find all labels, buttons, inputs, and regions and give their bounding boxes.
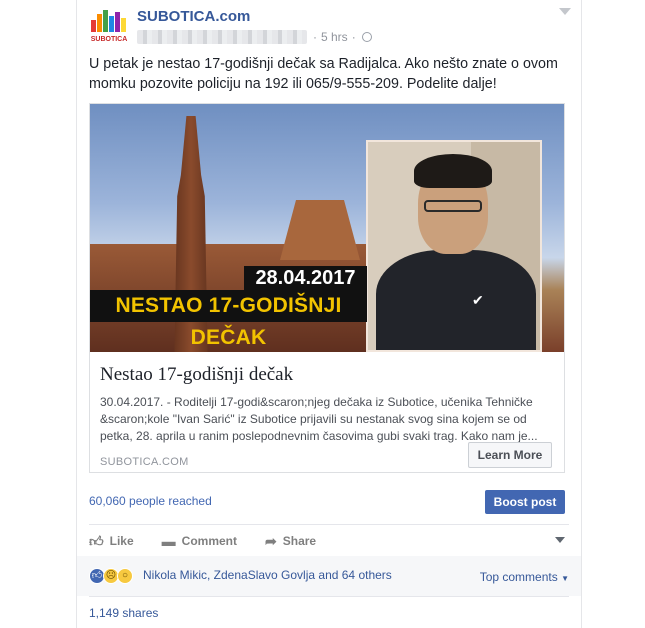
shares-link[interactable]: 1,149 shares [89, 606, 158, 620]
comment-icon: ▬ [161, 533, 176, 549]
chevron-down-icon: ▼ [561, 574, 569, 583]
share-label: Share [282, 534, 317, 548]
wow-reaction-icon: ○ [117, 568, 133, 584]
page-logo[interactable]: SUBOTICA [89, 6, 129, 44]
share-arrow-icon: ➦ [265, 532, 277, 549]
link-title[interactable]: Nestao 17-godišnji dečak [100, 364, 293, 386]
image-title: NESTAO 17-GODIŠNJI DEČAK [90, 290, 367, 349]
divider [89, 524, 569, 525]
thumbs-up-icon: 👍︎ [89, 532, 104, 549]
link-image[interactable]: ✔ 28.04.2017 NESTAO 17-GODIŠNJI DEČAK [90, 104, 564, 352]
action-bar: 👍︎ Like ▬ Comment ➦ Share [89, 528, 569, 554]
divider-2 [89, 596, 569, 597]
top-comments-dropdown[interactable]: Top comments ▼ [480, 570, 569, 584]
separator-2: · [351, 30, 356, 44]
page-name-link[interactable]: SUBOTICA.com [137, 8, 250, 25]
blurred-author [137, 30, 307, 44]
post-options-chevron-icon[interactable] [559, 8, 571, 15]
comment-button[interactable]: ▬ Comment [162, 533, 237, 549]
people-reached-link[interactable]: 60,060 people reached [89, 494, 212, 508]
share-button[interactable]: ➦ Share [265, 533, 316, 550]
reaction-icons[interactable]: 👍︎ ☹ ○ [89, 568, 133, 584]
reaction-names-link[interactable]: Nikola Mikic, ZdenaSlavo Govlja and 64 o… [143, 568, 392, 582]
link-description: 30.04.2017. - Roditelji 17-godi&scaron;n… [100, 395, 538, 443]
reactions-bar: 👍︎ ☹ ○ Nikola Mikic, ZdenaSlavo Govlja a… [77, 556, 581, 596]
post-meta: · 5 hrs · [137, 30, 372, 44]
post-text: U petak je nestao 17-godišnji dečak sa R… [89, 56, 558, 92]
top-comments-label: Top comments [479, 570, 558, 584]
like-label: Like [109, 534, 134, 548]
post-header: SUBOTICA SUBOTICA.com · 5 hrs · [89, 6, 571, 46]
post-time[interactable]: 5 hrs [321, 30, 348, 44]
post-card: SUBOTICA SUBOTICA.com · 5 hrs · U petak … [76, 0, 582, 628]
boost-post-button[interactable]: Boost post [485, 490, 565, 514]
missing-person-photo: ✔ [366, 140, 542, 352]
learn-more-button[interactable]: Learn More [468, 442, 552, 468]
link-domain: SUBOTICA.COM [100, 456, 189, 468]
roof [280, 200, 360, 260]
link-preview[interactable]: ✔ 28.04.2017 NESTAO 17-GODIŠNJI DEČAK Ne… [89, 103, 565, 473]
globe-icon [361, 32, 372, 42]
comment-label: Comment [181, 534, 237, 548]
audience-chevron-down-icon[interactable] [555, 537, 565, 543]
link-body: Nestao 17-godišnji dečak 30.04.2017. - R… [90, 352, 564, 472]
like-button[interactable]: 👍︎ Like [89, 533, 134, 550]
logo-text: SUBOTICA [91, 36, 128, 43]
separator: · [313, 30, 317, 44]
image-date: 28.04.2017 [244, 266, 367, 290]
